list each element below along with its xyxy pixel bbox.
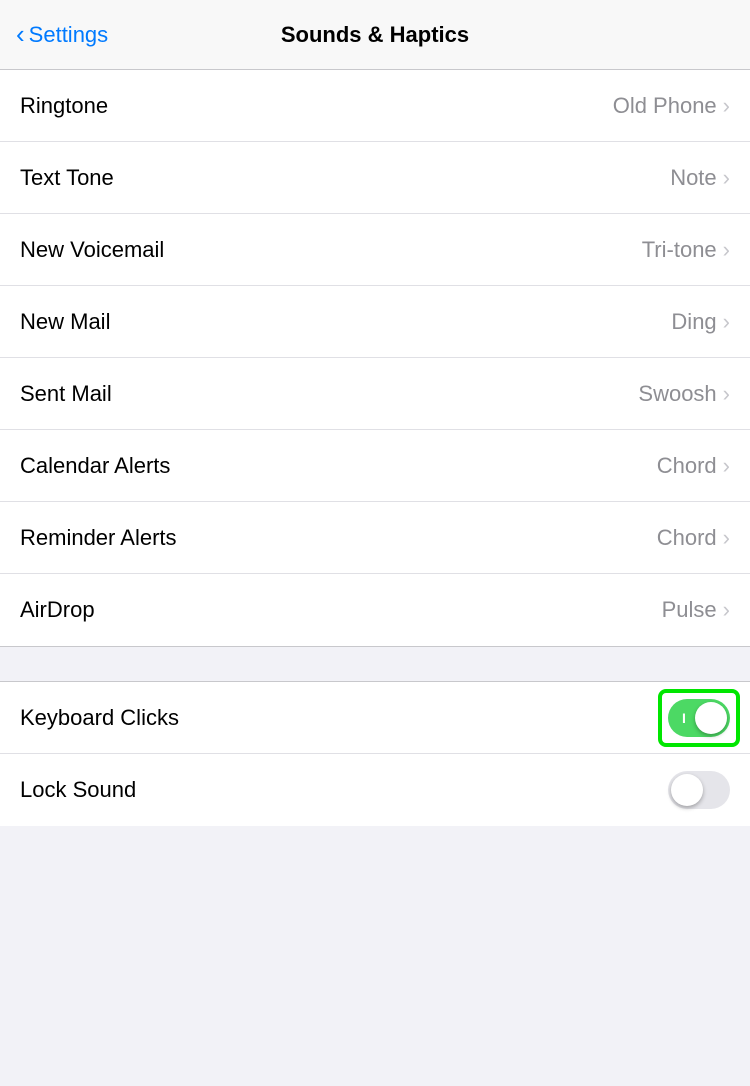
sound-row[interactable]: Sent Mail Swoosh › (0, 358, 750, 430)
highlight-box: I (658, 689, 740, 747)
sound-row[interactable]: Text Tone Note › (0, 142, 750, 214)
row-right: Swoosh › (638, 381, 730, 407)
back-button[interactable]: ‹ Settings (16, 19, 108, 50)
row-value: Ding (671, 309, 716, 335)
toggle-row: Lock Sound (0, 754, 750, 826)
chevron-right-icon: › (723, 309, 730, 335)
section-separator (0, 646, 750, 682)
row-label: Sent Mail (20, 381, 112, 407)
row-label: Calendar Alerts (20, 453, 170, 479)
chevron-right-icon: › (723, 597, 730, 623)
chevron-right-icon: › (723, 93, 730, 119)
sound-row[interactable]: AirDrop Pulse › (0, 574, 750, 646)
chevron-left-icon: ‹ (16, 19, 25, 50)
toggle-label: Lock Sound (20, 777, 136, 803)
back-label: Settings (29, 22, 109, 48)
sound-row[interactable]: Ringtone Old Phone › (0, 70, 750, 142)
toggle-row: Keyboard Clicks I (0, 682, 750, 754)
row-value: Tri-tone (642, 237, 717, 263)
chevron-right-icon: › (723, 237, 730, 263)
navigation-bar: ‹ Settings Sounds & Haptics (0, 0, 750, 70)
row-label: Reminder Alerts (20, 525, 177, 551)
row-value: Chord (657, 453, 717, 479)
sound-row[interactable]: Calendar Alerts Chord › (0, 430, 750, 502)
chevron-right-icon: › (723, 165, 730, 191)
sound-row[interactable]: New Mail Ding › (0, 286, 750, 358)
toggle-label: Keyboard Clicks (20, 705, 179, 731)
chevron-right-icon: › (723, 525, 730, 551)
chevron-right-icon: › (723, 453, 730, 479)
page-title: Sounds & Haptics (281, 22, 469, 48)
row-right: Old Phone › (613, 93, 730, 119)
sound-row[interactable]: Reminder Alerts Chord › (0, 502, 750, 574)
toggle-knob (695, 702, 727, 734)
row-right: Chord › (657, 525, 730, 551)
sound-row[interactable]: New Voicemail Tri-tone › (0, 214, 750, 286)
row-label: New Mail (20, 309, 110, 335)
row-label: AirDrop (20, 597, 95, 623)
row-label: New Voicemail (20, 237, 164, 263)
row-value: Note (670, 165, 716, 191)
row-right: Ding › (671, 309, 730, 335)
row-right: Note › (670, 165, 730, 191)
chevron-right-icon: › (723, 381, 730, 407)
row-value: Pulse (662, 597, 717, 623)
row-right: Chord › (657, 453, 730, 479)
toggle-knob (671, 774, 703, 806)
row-value: Swoosh (638, 381, 716, 407)
toggle-settings-list: Keyboard Clicks I Lock Sound (0, 682, 750, 826)
row-right: Tri-tone › (642, 237, 730, 263)
row-right: Pulse › (662, 597, 730, 623)
row-value: Chord (657, 525, 717, 551)
sound-settings-list: Ringtone Old Phone › Text Tone Note › Ne… (0, 70, 750, 646)
lock-sound-toggle[interactable] (668, 771, 730, 809)
row-value: Old Phone (613, 93, 717, 119)
keyboard-clicks-toggle[interactable]: I (668, 699, 730, 737)
toggle-on-indicator: I (682, 710, 686, 726)
row-label: Ringtone (20, 93, 108, 119)
row-label: Text Tone (20, 165, 114, 191)
